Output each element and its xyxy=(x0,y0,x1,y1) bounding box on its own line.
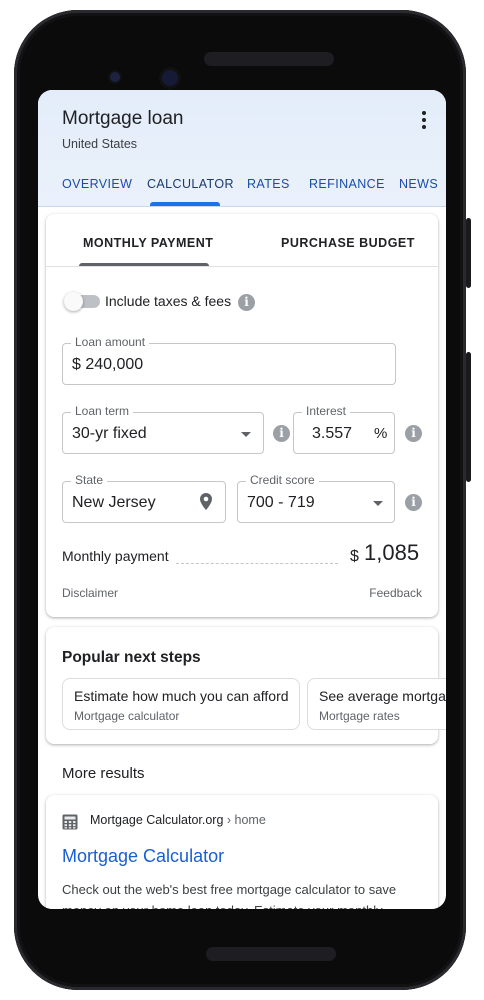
taxes-fees-label: Include taxes & fees xyxy=(105,293,232,309)
dotted-leader xyxy=(176,563,338,564)
credit-score-info-icon[interactable]: i xyxy=(405,494,422,511)
state-label: State xyxy=(71,473,108,487)
chip-estimate-afford[interactable]: Estimate how much you can afford Mortgag… xyxy=(62,678,300,730)
interest-info-icon[interactable]: i xyxy=(405,425,422,442)
active-tab-indicator xyxy=(150,202,220,206)
dropdown-arrow-icon xyxy=(373,501,383,506)
tab-purchase-budget[interactable]: PURCHASE BUDGET xyxy=(281,236,415,250)
interest-unit: % xyxy=(374,425,388,442)
tab-calculator[interactable]: CALCULATOR xyxy=(147,177,234,191)
calculator-tabs: MONTHLY PAYMENT PURCHASE BUDGET xyxy=(46,214,438,267)
state-field[interactable]: State New Jersey xyxy=(62,473,226,523)
knowledge-header: Mortgage loan United States OVERVIEW CAL… xyxy=(38,90,446,207)
chip-title: See average mortga xyxy=(319,688,446,704)
loan-term-label: Loan term xyxy=(71,404,134,418)
search-result-card[interactable]: Mortgage Calculator.org › home Mortgage … xyxy=(46,795,438,909)
volume-button xyxy=(466,352,471,482)
more-vert-icon[interactable] xyxy=(416,108,432,132)
location-pin-icon[interactable] xyxy=(200,493,212,510)
topic-tabs: OVERVIEW CALCULATOR RATES REFINANCE NEWS xyxy=(38,170,446,206)
page-subtitle: United States xyxy=(62,137,138,151)
interest-label: Interest xyxy=(302,404,351,418)
state-value: New Jersey xyxy=(72,494,156,511)
result-breadcrumb: › home xyxy=(223,813,266,827)
chip-subtitle: Mortgage calculator xyxy=(74,709,180,723)
phone-screen: Mortgage loan United States OVERVIEW CAL… xyxy=(38,90,446,909)
dropdown-arrow-icon xyxy=(241,432,251,437)
tab-rates[interactable]: RATES xyxy=(247,177,290,191)
feedback-link[interactable]: Feedback xyxy=(369,586,422,600)
mortgage-calculator-card: MONTHLY PAYMENT PURCHASE BUDGET Include … xyxy=(46,214,438,617)
loan-term-info-icon[interactable]: i xyxy=(273,425,290,442)
chip-subtitle: Mortgage rates xyxy=(319,709,400,723)
info-icon[interactable]: i xyxy=(238,294,255,311)
result-site-name: Mortgage Calculator.org › home xyxy=(90,813,266,827)
loan-term-select[interactable]: Loan term 30-yr fixed xyxy=(62,404,264,454)
credit-score-select[interactable]: Credit score 700 - 719 xyxy=(237,473,395,523)
front-sensor xyxy=(110,72,120,82)
chip-average-rates[interactable]: See average mortga Mortgage rates xyxy=(307,678,446,730)
tab-overview[interactable]: OVERVIEW xyxy=(62,177,132,191)
next-steps-title: Popular next steps xyxy=(62,649,201,666)
loan-amount-field[interactable]: Loan amount $ 240,000 xyxy=(62,335,396,385)
monthly-payment-value: 1,085 xyxy=(364,540,420,565)
monthly-payment-currency: $ xyxy=(350,548,359,565)
popular-next-steps-card: Popular next steps Estimate how much you… xyxy=(46,627,446,744)
bottom-speaker xyxy=(206,947,336,961)
credit-score-label: Credit score xyxy=(246,473,319,487)
tab-refinance[interactable]: REFINANCE xyxy=(309,177,385,191)
chip-title: Estimate how much you can afford xyxy=(74,688,289,704)
loan-term-value: 30-yr fixed xyxy=(72,425,147,442)
earpiece-speaker xyxy=(204,52,334,66)
credit-score-value: 700 - 719 xyxy=(247,494,315,511)
front-camera xyxy=(162,70,178,86)
interest-value: 3.557 xyxy=(312,425,353,442)
result-title-link[interactable]: Mortgage Calculator xyxy=(62,846,224,867)
disclaimer-link[interactable]: Disclaimer xyxy=(62,586,118,600)
page-title: Mortgage loan xyxy=(62,108,184,129)
taxes-fees-toggle[interactable] xyxy=(64,292,100,311)
tab-news[interactable]: NEWS xyxy=(399,177,438,191)
result-site: Mortgage Calculator.org xyxy=(90,813,224,827)
calculator-tab-indicator xyxy=(79,263,209,266)
power-button xyxy=(466,218,471,288)
interest-field[interactable]: Interest 3.557 % xyxy=(293,404,395,454)
loan-amount-value: $ 240,000 xyxy=(72,356,144,373)
monthly-payment-label: Monthly payment xyxy=(62,548,169,564)
loan-amount-label: Loan amount xyxy=(71,335,150,349)
result-snippet: Check out the web's best free mortgage c… xyxy=(62,882,397,909)
more-results-heading: More results xyxy=(62,765,145,782)
tab-monthly-payment[interactable]: MONTHLY PAYMENT xyxy=(83,236,213,250)
calculator-favicon-icon xyxy=(62,814,78,830)
